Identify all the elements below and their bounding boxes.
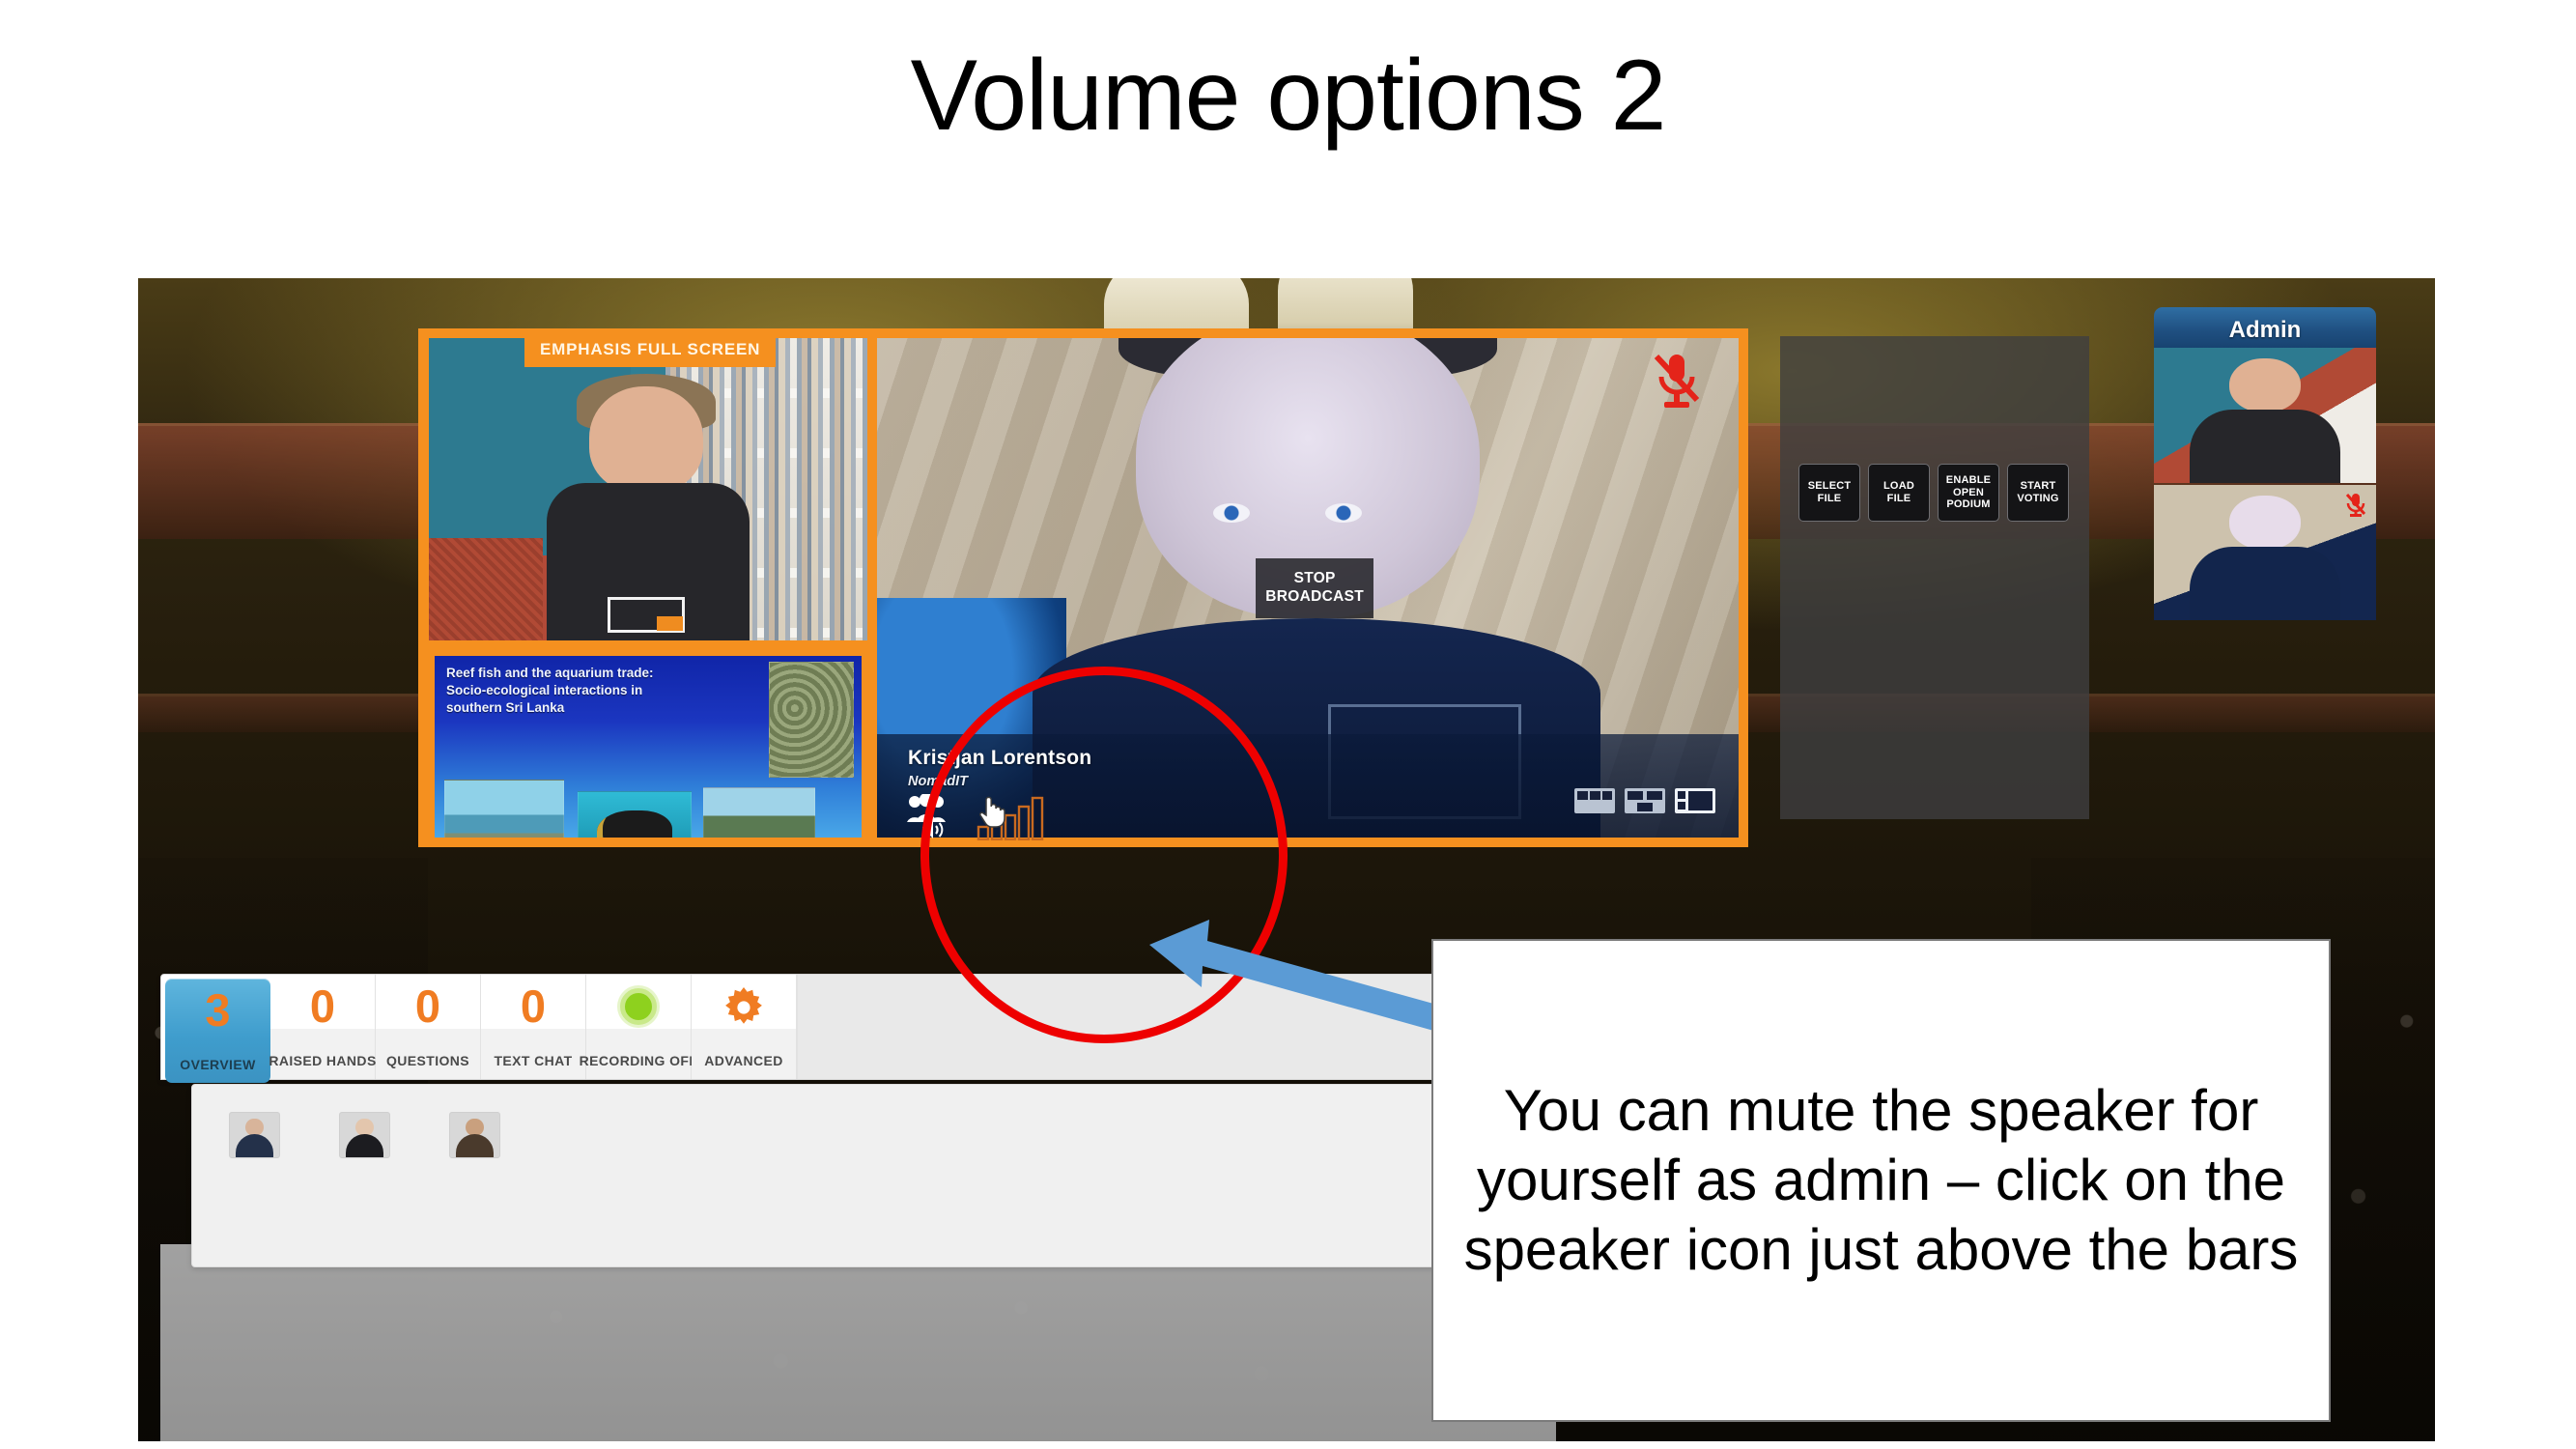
admin-panel-header: Admin	[2154, 307, 2376, 354]
tab-questions[interactable]: 0 QUESTIONS	[376, 975, 481, 1079]
select-file-button[interactable]: SELECT FILE	[1798, 464, 1860, 522]
slide-image-beach	[444, 780, 564, 838]
tab-text-chat[interactable]: 0 TEXT CHAT	[481, 975, 586, 1079]
participant-thumb-1[interactable]	[229, 1112, 280, 1158]
admin-control-column: SELECT FILE LOAD FILE ENABLE OPEN PODIUM…	[1780, 336, 2089, 819]
slide-thumb-title-line2: Socio-ecological interactions in	[446, 682, 643, 697]
start-voting-button[interactable]: START VOTING	[2007, 464, 2069, 522]
advanced-label: ADVANCED	[704, 1053, 783, 1068]
load-file-button[interactable]: LOAD FILE	[1868, 464, 1930, 522]
gear-icon	[725, 987, 762, 1024]
slide-image-clown-triggerfish	[578, 791, 692, 838]
presentation-slide: Volume options 2 Reef fish and the aquar…	[0, 0, 2576, 1449]
stop-broadcast-line1: STOP	[1293, 569, 1336, 586]
lower-background-panel	[160, 1244, 1556, 1441]
slide-thumb-title-line1: Reef fish and the aquarium trade:	[446, 666, 654, 680]
open-podium-line1: ENABLE	[1945, 473, 1992, 486]
admin-thumb-presenter[interactable]	[2154, 348, 2376, 483]
admin-panel: Admin	[2154, 307, 2376, 708]
layout-tiles-icon[interactable]	[1625, 788, 1665, 813]
participant-thumb-3[interactable]	[449, 1112, 500, 1158]
annotation-arrow	[1149, 920, 1444, 1032]
tab-recording[interactable]: RECORDING OFF	[580, 975, 697, 1079]
slide-image-fisherman	[703, 787, 815, 838]
questions-label: QUESTIONS	[385, 1053, 470, 1068]
speaker-name: Kristjan Lorentson	[908, 747, 1092, 769]
presenter-video-tile[interactable]	[429, 338, 867, 640]
enable-open-podium-button[interactable]: ENABLE OPEN PODIUM	[1938, 464, 1999, 522]
admin-thumb-speaker[interactable]	[2154, 485, 2376, 620]
layout-three-across-icon[interactable]	[1574, 788, 1615, 813]
stop-broadcast-line2: BROADCAST	[1265, 587, 1364, 605]
raised-hands-label: RAISED HANDS	[269, 1053, 377, 1068]
load-file-line1: LOAD	[1883, 480, 1914, 493]
participant-thumb-2[interactable]	[339, 1112, 390, 1158]
admin-button-row: SELECT FILE LOAD FILE ENABLE OPEN PODIUM…	[1798, 464, 2069, 522]
page-title: Volume options 2	[910, 40, 1667, 152]
annotation-callout-box: You can mute the speaker for yourself as…	[1431, 939, 2331, 1422]
recording-status-dot	[620, 988, 657, 1025]
tab-advanced[interactable]: ADVANCED	[692, 975, 797, 1079]
emphasis-full-screen-tag: EMPHASIS FULL SCREEN	[524, 333, 777, 367]
slide-image-coral	[769, 662, 854, 778]
speaker-volume-icon[interactable]	[920, 819, 946, 840]
layout-sidebar-icon[interactable]	[1675, 788, 1715, 813]
annotation-callout-text: You can mute the speaker for yourself as…	[1463, 1078, 2299, 1282]
open-podium-line3: PODIUM	[1946, 498, 1991, 511]
microphone-muted-icon-small	[2345, 493, 2366, 517]
select-file-line1: SELECT	[1807, 480, 1852, 493]
tab-overview[interactable]: 3 OVERVIEW	[165, 979, 270, 1083]
speaker-info-bar: Kristjan Lorentson NomadIT	[877, 734, 1739, 840]
slide-thumb-title-line3: southern Sri Lanka	[446, 699, 565, 715]
open-podium-line2: OPEN	[1953, 486, 1984, 498]
start-voting-line1: START	[2020, 480, 2056, 493]
overview-count: 3	[205, 984, 231, 1036]
raised-hands-count: 0	[309, 980, 336, 1032]
load-file-line2: FILE	[1886, 493, 1911, 504]
tab-raised-hands[interactable]: 0 RAISED HANDS	[269, 975, 377, 1079]
slide-thumb-title: Reef fish and the aquarium trade: Socio-…	[446, 665, 711, 716]
recording-label: RECORDING OFF	[579, 1053, 698, 1068]
shared-slide-thumbnail[interactable]: Reef fish and the aquarium trade: Socio-…	[429, 650, 867, 843]
start-voting-line2: VOTING	[2017, 493, 2059, 504]
speaker-affiliation: NomadIT	[908, 774, 969, 789]
layout-options[interactable]	[1574, 788, 1715, 813]
participants-panel	[191, 1084, 1553, 1267]
questions-count: 0	[414, 980, 441, 1032]
text-chat-count: 0	[520, 980, 547, 1032]
text-chat-label: TEXT CHAT	[494, 1053, 573, 1068]
select-file-line2: FILE	[1817, 493, 1842, 504]
stop-broadcast-button[interactable]: STOP BROADCAST	[1256, 557, 1374, 618]
microphone-muted-icon[interactable]	[1652, 352, 1702, 412]
hand-cursor-icon	[979, 796, 1005, 828]
overview-label: OVERVIEW	[180, 1057, 256, 1072]
